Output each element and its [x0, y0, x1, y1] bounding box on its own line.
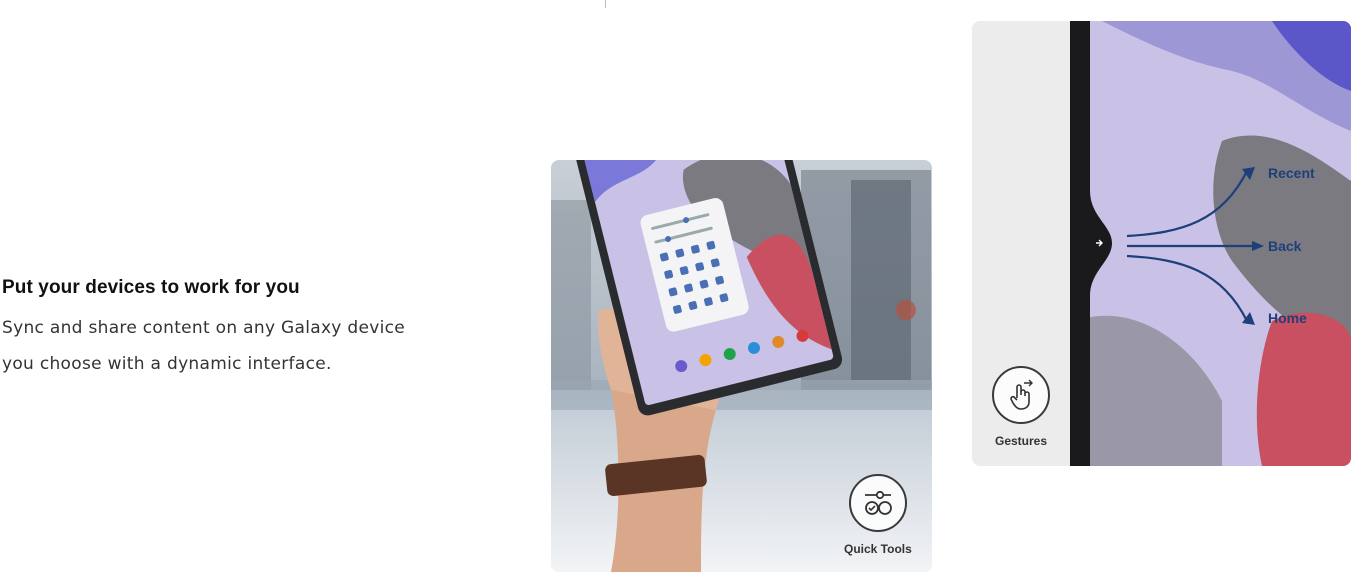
- gestures-label: Gestures: [994, 434, 1048, 448]
- quick-tools-badge: Quick Tools: [844, 474, 912, 556]
- quick-tools-icon: [848, 474, 907, 532]
- gestures-badge: Gestures: [992, 366, 1050, 448]
- tablet-illustration: [569, 160, 843, 416]
- quick-tools-card: Quick Tools: [551, 160, 932, 572]
- gesture-label-recent: Recent: [1268, 165, 1315, 181]
- feature-title: Put your devices to work for you: [2, 277, 300, 298]
- gesture-label-back: Back: [1268, 238, 1302, 254]
- feature-description-line-2: you choose with a dynamic interface.: [2, 354, 332, 374]
- gesture-label-home: Home: [1268, 310, 1307, 326]
- gestures-card: Recent Back Home Gestures: [972, 21, 1351, 466]
- gesture-hand-icon: [992, 366, 1050, 424]
- feature-description-line-1: Sync and share content on any Galaxy dev…: [2, 318, 406, 338]
- top-divider: [605, 0, 606, 8]
- feature-copy: Put your devices to work for you Sync an…: [2, 274, 442, 382]
- feature-description: Sync and share content on any Galaxy dev…: [2, 310, 442, 382]
- quick-tools-label: Quick Tools: [844, 542, 912, 556]
